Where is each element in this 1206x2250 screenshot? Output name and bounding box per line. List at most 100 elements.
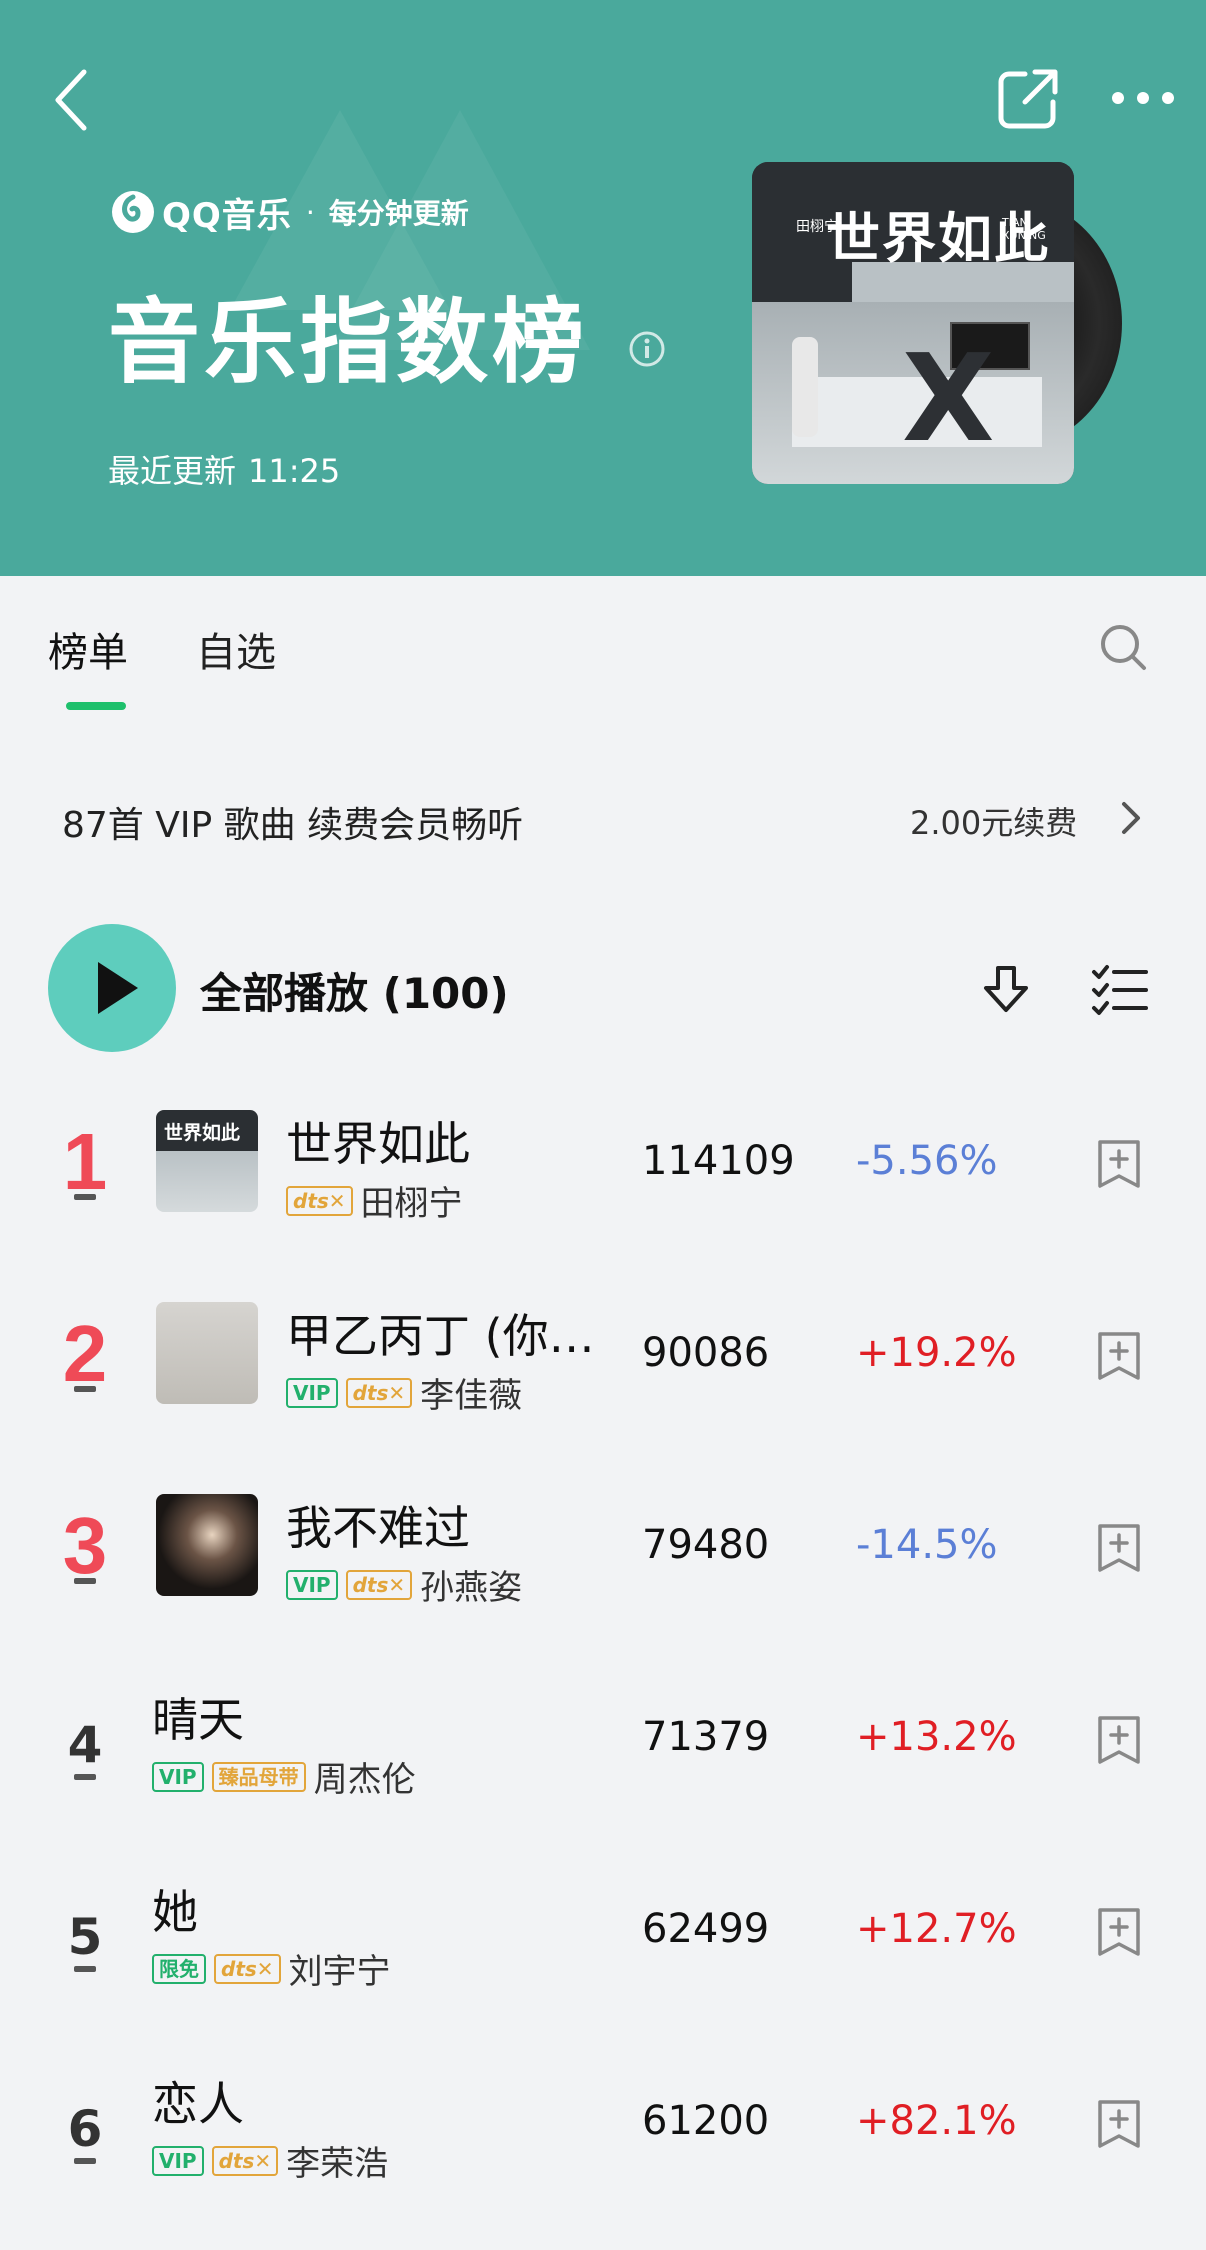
logo-subtitle: 每分钟更新 <box>328 197 469 230</box>
more-dots-icon <box>1112 92 1174 104</box>
play-all-label[interactable]: 全部播放 (100) <box>200 960 509 1021</box>
chart-header: QQ音乐 · 每分钟更新 音乐指数榜 最近更新 11:25 X 田栩宁 世界如此 … <box>0 0 1206 576</box>
dts-x-badge: dts✕ <box>286 1185 353 1216</box>
play-all-button[interactable] <box>48 924 176 1052</box>
chevron-left-icon <box>55 69 87 131</box>
tab-custom[interactable]: 自选 <box>196 620 276 678</box>
active-tab-indicator <box>66 702 126 710</box>
add-to-playlist-button[interactable] <box>1096 2098 1142 2150</box>
song-change-percent: +82.1% <box>856 2098 1017 2144</box>
song-rank: 6 <box>67 2100 103 2158</box>
chevron-right-icon <box>1122 802 1140 834</box>
vip-message: 87首 VIP 歌曲 续费会员畅听 <box>62 805 524 846</box>
song-meta: 限免 dts✕ 刘宇宁 <box>152 1944 391 1993</box>
song-change-percent: +19.2% <box>856 1330 1017 1376</box>
tab-chart[interactable]: 榜单 <box>48 620 128 678</box>
rank-trend-flat-icon <box>74 1194 96 1200</box>
logo-separator: · <box>305 195 315 229</box>
song-row[interactable]: 2 甲乙丙丁 (你… VIP dts✕ 李佳薇 90086 +19.2% <box>0 1290 1206 1482</box>
vip-badge: VIP <box>286 1377 338 1408</box>
master-quality-badge: 臻品母带 <box>211 1761 306 1792</box>
song-row[interactable]: 4 晴天 VIP 臻品母带 周杰伦 71379 +13.2% <box>0 1674 1206 1866</box>
logo-row: QQ音乐 · 每分钟更新 <box>110 186 469 238</box>
song-title: 甲乙丙丁 (你… <box>286 1309 595 1363</box>
update-label: 最近更新 <box>108 452 237 490</box>
song-row[interactable]: 3 我不难过 VIP dts✕ 孙燕姿 79480 -14.5% <box>0 1482 1206 1674</box>
search-icon <box>1101 625 1146 670</box>
song-index-value: 114109 <box>642 1138 795 1184</box>
rank-trend-flat-icon <box>74 1578 96 1584</box>
dts-x-badge: dts✕ <box>211 2145 279 2176</box>
song-change-percent: +12.7% <box>856 1906 1017 1952</box>
song-meta: VIP 臻品母带 周杰伦 <box>152 1752 416 1801</box>
song-row[interactable]: 6 恋人 VIP dts✕ 李荣浩 61200 +82.1% <box>0 2058 1206 2250</box>
song-artist: 田栩宁 <box>360 1184 463 1224</box>
rank-trend-flat-icon <box>74 1774 96 1780</box>
bookmark-add-icon <box>1098 1716 1140 1764</box>
song-row[interactable]: 5 她限免 dts✕ 刘宇宁 62499 +12.7% <box>0 1866 1206 2058</box>
song-meta: dts✕ 田栩宁 <box>286 1176 463 1225</box>
song-thumbnail <box>156 1302 258 1404</box>
chart-title: 音乐指数榜 <box>108 289 589 396</box>
song-title: 恋人 <box>152 2077 244 2131</box>
song-title: 世界如此 <box>286 1117 470 1171</box>
download-button[interactable] <box>976 960 1036 1020</box>
play-icon <box>98 962 138 1014</box>
dts-x-badge: dts✕ <box>345 1377 413 1408</box>
update-time: 11:25 <box>248 452 341 490</box>
dts-x-badge: dts✕ <box>214 1953 281 1984</box>
song-index-value: 71379 <box>642 1714 770 1760</box>
bookmark-add-icon <box>1098 1140 1140 1188</box>
bookmark-add-icon <box>1098 1332 1140 1380</box>
add-to-playlist-button[interactable] <box>1096 1330 1142 1382</box>
thumbnail-title: 世界如此 <box>164 1122 241 1144</box>
album-cover-small: TIAN XUNING <box>1002 216 1046 242</box>
album-cover[interactable]: X 田栩宁 世界如此 TIAN XUNING <box>752 162 1122 484</box>
multi-select-button[interactable] <box>1090 960 1150 1020</box>
add-to-playlist-button[interactable] <box>1096 1522 1142 1574</box>
free-limited-badge: 限免 <box>152 1953 206 1984</box>
rank-trend-flat-icon <box>74 1966 96 1972</box>
song-index-value: 61200 <box>642 2098 770 2144</box>
download-icon <box>984 966 1028 1012</box>
vip-badge: VIP <box>152 2145 204 2176</box>
renew-button[interactable]: 2.00元续费 <box>910 798 1077 844</box>
song-meta: VIP dts✕ 李佳薇 <box>286 1368 522 1417</box>
vip-badge: VIP <box>152 1761 204 1792</box>
song-meta: VIP dts✕ 李荣浩 <box>152 2136 388 2185</box>
song-change-percent: -5.56% <box>856 1138 998 1184</box>
qq-music-logo-icon <box>112 191 154 233</box>
song-thumbnail <box>156 1494 258 1596</box>
share-button[interactable] <box>995 66 1061 132</box>
info-button[interactable] <box>628 330 666 368</box>
song-artist: 孙燕姿 <box>420 1568 523 1608</box>
renew-arrow[interactable] <box>1116 798 1144 838</box>
search-button[interactable] <box>1096 620 1150 674</box>
x-sculpture: X <box>902 330 995 469</box>
song-meta: VIP dts✕ 孙燕姿 <box>286 1560 522 1609</box>
add-to-playlist-button[interactable] <box>1096 1138 1142 1190</box>
bookmark-add-icon <box>1098 1908 1140 1956</box>
update-time-row: 最近更新 11:25 <box>108 446 352 492</box>
song-rank: 4 <box>67 1716 103 1774</box>
back-button[interactable] <box>44 64 104 134</box>
song-artist: 周杰伦 <box>313 1760 416 1800</box>
vip-badge: VIP <box>286 1569 338 1600</box>
add-to-playlist-button[interactable] <box>1096 1714 1142 1766</box>
more-button[interactable] <box>1108 76 1178 120</box>
add-to-playlist-button[interactable] <box>1096 1906 1142 1958</box>
song-rank: 5 <box>67 1908 103 1966</box>
song-artist: 刘宇宁 <box>288 1952 391 1992</box>
song-title: 我不难过 <box>286 1501 470 1555</box>
song-row[interactable]: 1 世界如此 世界如此 dts✕ 田栩宁 114109 -5.56% <box>0 1098 1206 1290</box>
bookmark-add-icon <box>1098 2100 1140 2148</box>
song-index-value: 90086 <box>642 1330 770 1376</box>
song-artist: 李佳薇 <box>420 1376 523 1416</box>
rank-trend-flat-icon <box>74 1386 96 1392</box>
info-icon <box>629 331 665 367</box>
song-thumbnail: 世界如此 <box>156 1110 258 1212</box>
album-art: X 田栩宁 世界如此 TIAN XUNING <box>752 162 1074 484</box>
song-change-percent: -14.5% <box>856 1522 998 1568</box>
tab-bar <box>0 576 1206 716</box>
logo-text: QQ音乐 <box>162 195 292 236</box>
